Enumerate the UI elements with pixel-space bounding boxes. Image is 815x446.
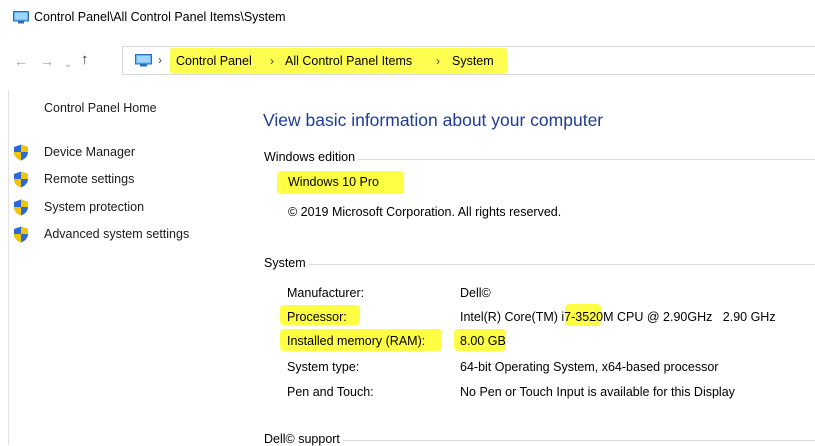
section-title-system: System bbox=[264, 256, 309, 270]
up-arrow-icon[interactable]: ↑ bbox=[81, 51, 89, 69]
forward-arrow-icon[interactable]: → bbox=[40, 52, 54, 70]
memory-label: Installed memory (RAM): bbox=[287, 334, 426, 348]
processor-value-highlighted: i7-3 bbox=[561, 310, 583, 324]
section-divider bbox=[264, 264, 815, 265]
section-title-windows-edition: Windows edition bbox=[264, 150, 359, 164]
processor-value: Intel(R) Core(TM) i7-3520M CPU @ 2.90GHz… bbox=[460, 310, 776, 324]
manufacturer-value: Dell© bbox=[460, 286, 491, 300]
breadcrumb-separator: › bbox=[436, 54, 440, 68]
system-type-label: System type: bbox=[287, 360, 360, 374]
control-panel-icon bbox=[135, 54, 152, 67]
shield-icon bbox=[14, 171, 28, 188]
processor-value-prefix: Intel(R) Core(TM) bbox=[460, 310, 562, 324]
back-arrow-icon[interactable]: ← bbox=[14, 52, 28, 70]
breadcrumb-control-panel[interactable]: Control Panel bbox=[176, 54, 252, 68]
manufacturer-label: Manufacturer: bbox=[287, 286, 365, 300]
memory-value: 8.00 GB bbox=[460, 334, 506, 348]
pen-touch-value: No Pen or Touch Input is available for t… bbox=[460, 385, 735, 399]
system-monitor-icon bbox=[13, 11, 29, 24]
sidebar-item-system-protection[interactable]: System protection bbox=[44, 200, 144, 214]
section-divider bbox=[264, 440, 815, 441]
breadcrumb-all-items[interactable]: All Control Panel Items bbox=[285, 54, 412, 68]
shield-icon bbox=[14, 144, 28, 161]
window-title: Control Panel\All Control Panel Items\Sy… bbox=[34, 10, 286, 24]
sidebar-item-advanced-system-settings[interactable]: Advanced system settings bbox=[44, 227, 189, 241]
pen-touch-label: Pen and Touch: bbox=[287, 385, 374, 399]
sidebar-item-device-manager[interactable]: Device Manager bbox=[44, 145, 135, 159]
breadcrumb-separator: › bbox=[158, 53, 162, 67]
processor-value-suffix: 520M CPU @ 2.90GHz 2.90 GHz bbox=[582, 310, 776, 324]
processor-label: Processor: bbox=[287, 310, 347, 324]
section-title-support: Dell© support bbox=[264, 432, 343, 446]
control-panel-home-link[interactable]: Control Panel Home bbox=[44, 101, 157, 115]
shield-icon bbox=[14, 226, 28, 243]
left-pane-border bbox=[8, 90, 9, 445]
recent-locations-chevron-icon[interactable]: ⌄ bbox=[64, 56, 72, 74]
breadcrumb-separator: › bbox=[270, 54, 274, 68]
copyright-text: © 2019 Microsoft Corporation. All rights… bbox=[288, 205, 562, 219]
windows-edition-value: Windows 10 Pro bbox=[288, 175, 380, 189]
breadcrumb-system[interactable]: System bbox=[452, 54, 494, 68]
page-title: View basic information about your comput… bbox=[263, 110, 604, 130]
shield-icon bbox=[14, 199, 28, 216]
system-type-value: 64-bit Operating System, x64-based proce… bbox=[460, 360, 719, 374]
sidebar-item-remote-settings[interactable]: Remote settings bbox=[44, 172, 134, 186]
